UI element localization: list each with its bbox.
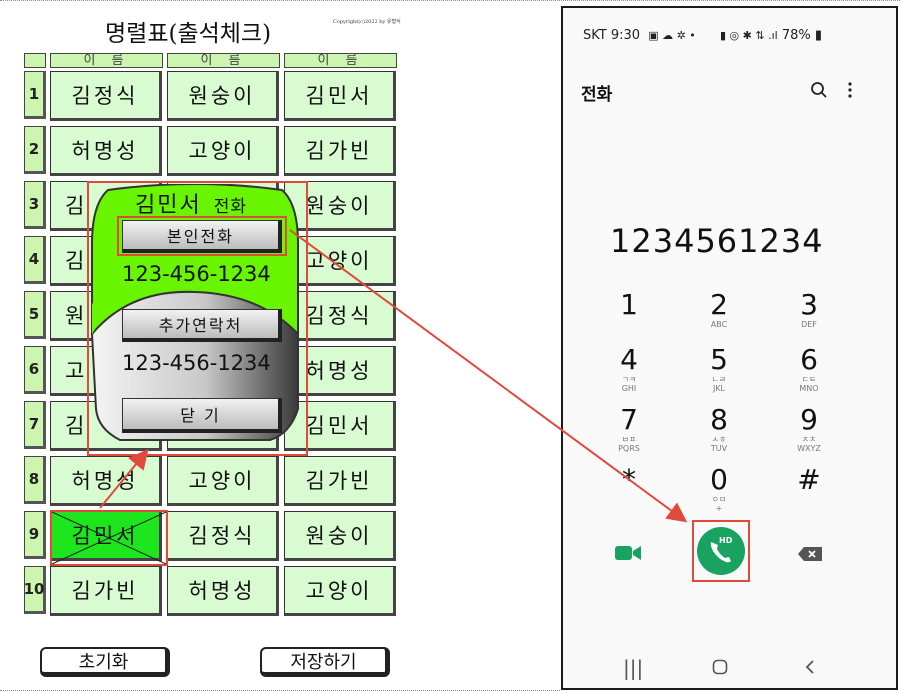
annotation-arrows <box>51 229 688 565</box>
arrow-popup-to-call <box>289 229 688 523</box>
arrow-cell-to-popup <box>99 448 149 509</box>
